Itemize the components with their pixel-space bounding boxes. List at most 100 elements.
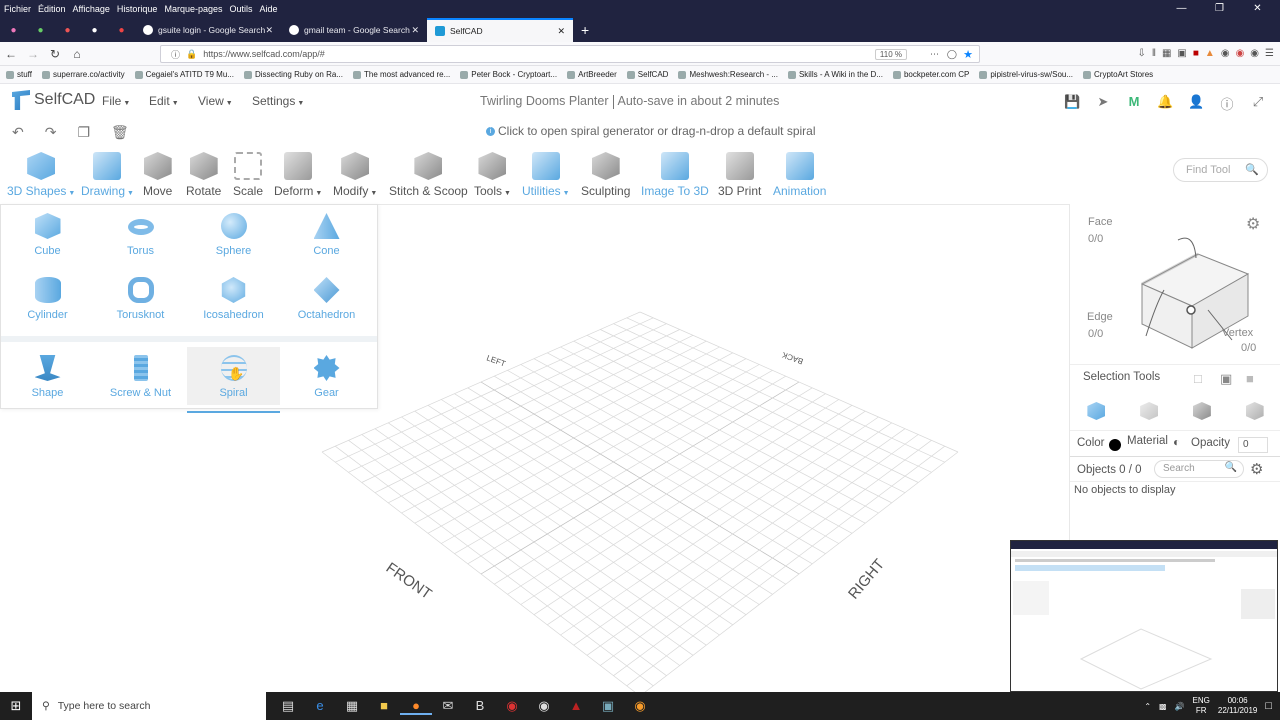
- fullscreen-icon[interactable]: ⤢: [1250, 94, 1266, 113]
- tool-modify[interactable]: Modify ▼: [333, 152, 377, 198]
- share-icon[interactable]: ➤: [1095, 94, 1111, 113]
- shape-icosahedron[interactable]: Icosahedron: [187, 277, 280, 321]
- bookmark-item[interactable]: Meshwesh:Research - ...: [678, 70, 777, 79]
- close-window-icon[interactable]: ✕: [1242, 0, 1273, 18]
- reload-icon[interactable]: ↻: [44, 47, 66, 61]
- bookmark-item[interactable]: Dissecting Ruby on Ra...: [244, 70, 343, 79]
- face-select-icon[interactable]: [1140, 402, 1159, 420]
- taskbar-search-input[interactable]: ⚲ Type here to search: [32, 692, 266, 720]
- lock-icon[interactable]: 🔒: [186, 49, 197, 60]
- bookmark-item[interactable]: SelfCAD: [627, 70, 669, 79]
- tool-deform[interactable]: Deform ▼: [274, 152, 322, 198]
- metamask-icon[interactable]: ▲: [1205, 48, 1215, 59]
- shape-sphere[interactable]: Sphere: [187, 213, 280, 257]
- cube-select-icon[interactable]: ▣: [1220, 371, 1232, 387]
- generator-shape[interactable]: Shape: [1, 355, 94, 399]
- object-select-icon[interactable]: [1087, 402, 1106, 420]
- tool-animation[interactable]: Animation: [773, 152, 826, 198]
- generator-gear[interactable]: Gear: [280, 355, 373, 399]
- pocket-icon[interactable]: ◯: [947, 49, 957, 60]
- pinned-tab-firefox-icon[interactable]: ●: [0, 18, 27, 42]
- tab-close-icon[interactable]: ✕: [265, 25, 273, 36]
- tool-drawing[interactable]: Drawing ▼: [81, 152, 134, 198]
- steam-icon[interactable]: ◉: [528, 698, 560, 715]
- tray-arrow-icon[interactable]: ⌃: [1144, 702, 1151, 711]
- windows-start-icon[interactable]: ⊞: [0, 698, 32, 714]
- page-actions-icon[interactable]: ⋯: [930, 49, 939, 60]
- tool-utilities[interactable]: Utilities ▼: [522, 152, 570, 198]
- vertex-select-icon[interactable]: [1245, 402, 1264, 420]
- edge-select-icon[interactable]: [1192, 402, 1211, 420]
- bitcoin-app-icon[interactable]: B: [464, 698, 496, 715]
- user-icon[interactable]: 👤: [1188, 94, 1204, 113]
- box-select-icon[interactable]: □: [1194, 371, 1202, 386]
- delete-trash-icon[interactable]: 🗑: [111, 124, 129, 141]
- help-icon[interactable]: ⓘ: [1219, 94, 1235, 113]
- menu-hamburger-icon[interactable]: ☰: [1265, 48, 1274, 59]
- bookmark-item[interactable]: pipistrel-virus-sw/Sou...: [979, 70, 1073, 79]
- bookmark-item[interactable]: Peter Bock - Cryptoart...: [460, 70, 557, 79]
- tool-3d-print[interactable]: 3D Print: [718, 152, 761, 198]
- menu-edit[interactable]: Edit ▼: [149, 94, 179, 108]
- bug-app-icon[interactable]: ◉: [496, 698, 528, 715]
- tab-selfcad[interactable]: SelfCAD ✕: [427, 18, 573, 42]
- sidebar-icon[interactable]: ▦: [1162, 48, 1171, 59]
- info-icon[interactable]: ⓘ: [171, 48, 180, 61]
- edge-browser-icon[interactable]: e: [304, 698, 336, 715]
- notifications-bell-icon[interactable]: 🔔: [1157, 94, 1173, 113]
- pinned-tab-green-icon[interactable]: ●: [27, 18, 54, 42]
- library-icon[interactable]: ‖: [1152, 48, 1156, 59]
- menu-file[interactable]: File ▼: [102, 94, 130, 108]
- store-icon[interactable]: ▦: [336, 698, 368, 715]
- selfcad-logo[interactable]: SelfCAD: [12, 90, 95, 110]
- forward-icon[interactable]: →: [22, 47, 44, 61]
- tool-stitch-scoop[interactable]: Stitch & Scoop: [389, 152, 468, 198]
- restore-icon[interactable]: ❐: [1204, 0, 1235, 18]
- menu-affichage[interactable]: Affichage: [73, 4, 110, 14]
- bookmark-item[interactable]: superrare.co/activity: [42, 70, 125, 79]
- find-tool-input[interactable]: Find Tool 🔍: [1173, 158, 1268, 182]
- tool-move[interactable]: Move: [143, 152, 172, 198]
- bookmark-item[interactable]: stuff: [6, 70, 32, 79]
- extension-icon[interactable]: ◉: [1250, 48, 1259, 59]
- ublock-icon[interactable]: ■: [1193, 48, 1199, 59]
- undo-icon[interactable]: ↶: [12, 124, 24, 141]
- download-icon[interactable]: ⇩: [1137, 48, 1145, 59]
- zoom-level[interactable]: 110 %: [874, 48, 907, 60]
- menu-historique[interactable]: Historique: [117, 4, 158, 14]
- magicfit-icon[interactable]: M: [1126, 94, 1142, 113]
- game-app-icon[interactable]: ▲: [560, 698, 592, 715]
- search-icon[interactable]: 🔍: [1245, 163, 1259, 176]
- menu-outils[interactable]: Outils: [230, 4, 253, 14]
- menu-view[interactable]: View ▼: [198, 94, 233, 108]
- shape-octahedron[interactable]: Octahedron: [280, 277, 373, 321]
- tool-rotate[interactable]: Rotate: [186, 152, 221, 198]
- menu-settings[interactable]: Settings ▼: [252, 94, 304, 108]
- extension-icon[interactable]: ◉: [1236, 48, 1245, 59]
- menu-marque-pages[interactable]: Marque-pages: [164, 4, 222, 14]
- pinned-tab-shield-icon[interactable]: ●: [108, 18, 135, 42]
- tool-sculpting[interactable]: Sculpting: [581, 152, 630, 198]
- extension-icon[interactable]: ◉: [1221, 48, 1230, 59]
- volume-icon[interactable]: 🔊: [1175, 702, 1185, 711]
- pinned-tab-globe-icon[interactable]: ●: [81, 18, 108, 42]
- shape-cylinder[interactable]: Cylinder: [1, 277, 94, 321]
- tab-gmail-team[interactable]: gmail team - Google Search ✕: [281, 18, 427, 42]
- generator-screw-nut[interactable]: Screw & Nut: [94, 355, 187, 399]
- menu-aide[interactable]: Aide: [260, 4, 278, 14]
- bookmark-item[interactable]: CryptoArt Stores: [1083, 70, 1153, 79]
- menu-edition[interactable]: Édition: [38, 4, 66, 14]
- save-icon[interactable]: 💾: [1064, 94, 1080, 113]
- cube-solid-select-icon[interactable]: ■: [1246, 371, 1254, 386]
- shape-cube[interactable]: Cube: [1, 213, 94, 257]
- clock[interactable]: 00:06 22/11/2019: [1218, 696, 1257, 716]
- shape-torusknot[interactable]: Torusknot: [94, 277, 187, 321]
- mail-icon[interactable]: ✉: [432, 698, 464, 715]
- firefox-icon[interactable]: ●: [400, 698, 432, 715]
- bookmark-star-icon[interactable]: ★: [963, 48, 973, 61]
- virtualbox-icon[interactable]: ▣: [592, 698, 624, 715]
- back-icon[interactable]: ←: [0, 47, 22, 61]
- menu-fichier[interactable]: Fichier: [4, 4, 31, 14]
- redo-icon[interactable]: ↷: [45, 124, 57, 141]
- bookmark-item[interactable]: Skills - A Wiki in the D...: [788, 70, 883, 79]
